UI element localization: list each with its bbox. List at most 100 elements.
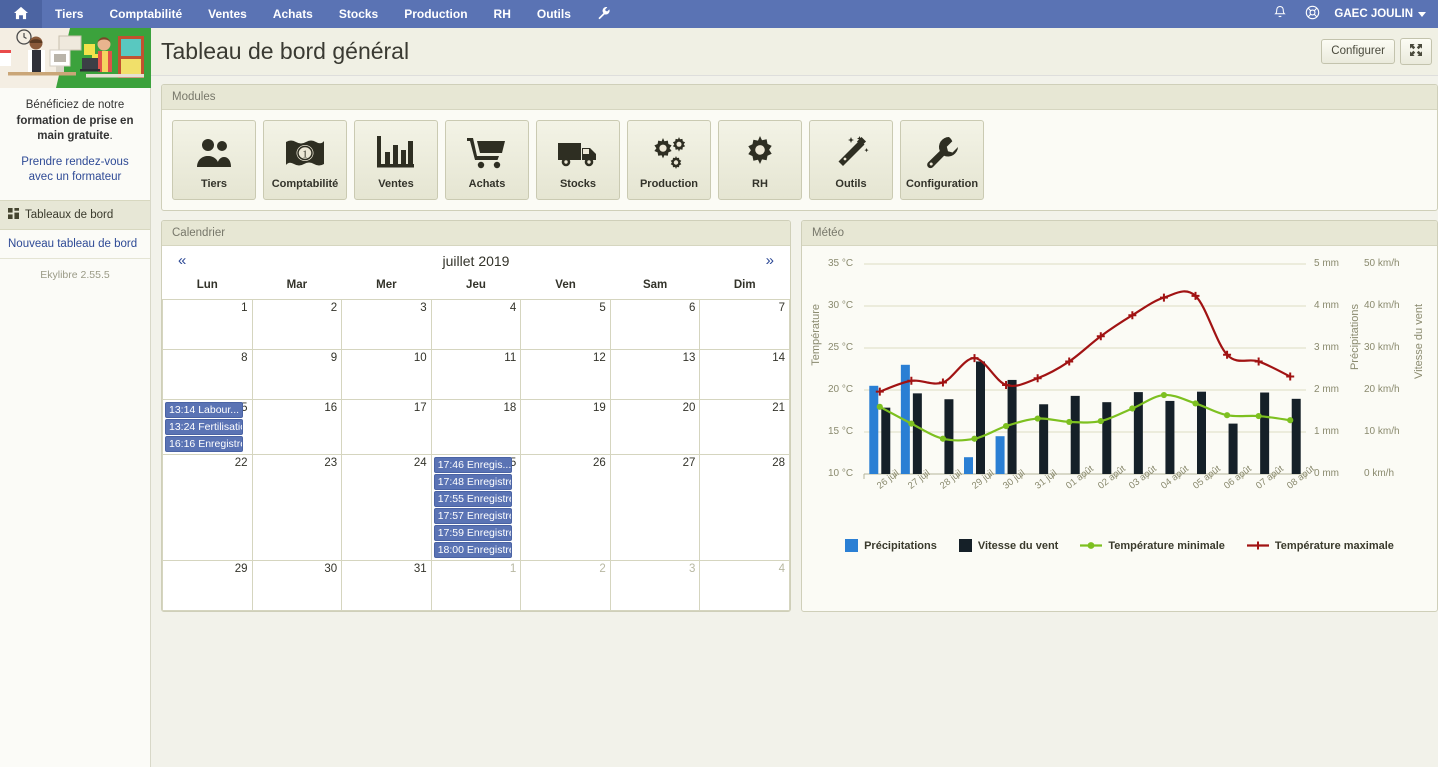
- promo-illustration: [0, 28, 151, 88]
- calendar-day-cell[interactable]: 16: [251, 399, 343, 455]
- bar-chart-icon: [377, 131, 415, 175]
- help-button[interactable]: [1296, 0, 1328, 28]
- calendar-next-button[interactable]: »: [744, 252, 774, 269]
- notifications-button[interactable]: [1264, 0, 1296, 28]
- promo-link[interactable]: Prendre rendez-vous avec un formateur: [0, 149, 150, 200]
- sidebar-item-new-dashboard[interactable]: Nouveau tableau de bord: [0, 230, 150, 259]
- chart-ytick-precipitation: 5 mm: [1314, 258, 1339, 269]
- calendar-event[interactable]: 13:24 Fertilisatio...: [165, 419, 243, 435]
- calendar-day-cell[interactable]: 23: [251, 454, 343, 561]
- calendar-day-cell[interactable]: 22: [162, 454, 253, 561]
- chart-legend-item[interactable]: Température minimale: [1080, 539, 1225, 552]
- nav-home[interactable]: [0, 0, 42, 28]
- module-tile-ventes[interactable]: Ventes: [354, 120, 438, 200]
- chart-bar-wind: [944, 399, 954, 474]
- nav-achats[interactable]: Achats: [260, 0, 326, 28]
- calendar-day-cell[interactable]: 4: [699, 560, 790, 611]
- calendar-day-cell[interactable]: 13: [609, 349, 701, 400]
- nav-configuration[interactable]: [584, 0, 624, 28]
- calendar-day-cell[interactable]: 24: [341, 454, 432, 561]
- calendar-day-cell[interactable]: 1513:14 Labour...13:24 Fertilisatio...16…: [162, 399, 253, 455]
- chart-point-temp-min: [876, 403, 883, 410]
- calendar-day-cell[interactable]: 7: [699, 299, 790, 350]
- calendar-event[interactable]: 17:57 Enregistre...: [433, 508, 512, 524]
- fullscreen-button[interactable]: [1400, 37, 1432, 66]
- nav-ventes[interactable]: Ventes: [195, 0, 260, 28]
- nav-rh[interactable]: RH: [481, 0, 524, 28]
- calendar-day-cell[interactable]: 3: [341, 299, 432, 350]
- calendar-day-cell[interactable]: 2: [520, 560, 611, 611]
- calendar-day-cell[interactable]: 3: [609, 560, 701, 611]
- chart-ytick-temperature: 35 °C: [828, 258, 854, 269]
- calendar-event[interactable]: 16:16 Enregistre...: [165, 436, 243, 452]
- calendar-prev-button[interactable]: «: [178, 252, 208, 269]
- module-label: Tiers: [200, 177, 228, 190]
- module-tile-stocks[interactable]: Stocks: [536, 120, 620, 200]
- calendar-body: 12345678910111213141513:14 Labour...13:2…: [162, 299, 790, 611]
- page-title: Tableau de bord général: [161, 38, 410, 64]
- module-tile-outils[interactable]: Outils: [809, 120, 893, 200]
- calendar-day-cell[interactable]: 29: [162, 560, 253, 611]
- shopping-cart-icon: [467, 131, 507, 175]
- calendar-day-cell[interactable]: 30: [251, 560, 343, 611]
- calendar-event[interactable]: 18:00 Enregistre...: [433, 542, 512, 558]
- calendar-week-row: 8 9 10 11 12 13 14: [162, 349, 790, 400]
- configure-button[interactable]: Configurer: [1321, 39, 1395, 64]
- nav-production[interactable]: Production: [391, 0, 480, 28]
- calendar-day-cell[interactable]: 1: [430, 560, 522, 611]
- calendar-day-cell[interactable]: 20: [609, 399, 701, 455]
- calendar-day-cell[interactable]: 4: [430, 299, 522, 350]
- calendar-day-number: 27: [682, 457, 696, 469]
- modules-row: Tiers 1 Comptabilité Ventes Achats Stock…: [172, 120, 1427, 200]
- module-tile-production[interactable]: Production: [627, 120, 711, 200]
- module-tile-configuration[interactable]: Configuration: [900, 120, 984, 200]
- calendar-event[interactable]: 13:14 Labour...: [165, 402, 243, 418]
- calendar-day-cell[interactable]: 11: [430, 349, 522, 400]
- chart-ytick-temperature: 30 °C: [828, 300, 854, 311]
- nav-comptabilite[interactable]: Comptabilité: [96, 0, 195, 28]
- calendar-day-number: 21: [772, 402, 785, 414]
- calendar-event[interactable]: 17:48 Enregistre...: [433, 474, 512, 490]
- calendar-day-cell[interactable]: 17: [341, 399, 432, 455]
- calendar-day-cell[interactable]: 5: [520, 299, 611, 350]
- calendar-day-cell[interactable]: 6: [609, 299, 701, 350]
- chart-point-temp-min: [1034, 415, 1041, 422]
- chart-legend-item[interactable]: Température maximale: [1246, 539, 1394, 552]
- calendar-day-cell[interactable]: 21: [699, 399, 790, 455]
- legend-label: Température maximale: [1274, 539, 1394, 552]
- nav-stocks[interactable]: Stocks: [326, 0, 391, 28]
- calendar-navigation: « juillet 2019 »: [162, 246, 790, 273]
- calendar-day-cell[interactable]: 9: [251, 349, 343, 400]
- calendar-day-cell[interactable]: 19: [520, 399, 611, 455]
- module-tile-achats[interactable]: Achats: [445, 120, 529, 200]
- calendar-day-cell[interactable]: 8: [162, 349, 253, 400]
- calendar-event[interactable]: 17:59 Enregistre...: [433, 525, 512, 541]
- calendar-day-cell[interactable]: 28: [699, 454, 790, 561]
- module-tile-tiers[interactable]: Tiers: [172, 120, 256, 200]
- user-menu[interactable]: GAEC JOULIN: [1328, 0, 1438, 28]
- module-label: Production: [639, 177, 699, 190]
- module-tile-comptabilite[interactable]: 1 Comptabilité: [263, 120, 347, 200]
- calendar-day-cell[interactable]: 1: [162, 299, 253, 350]
- calendar-day-cell[interactable]: 31: [341, 560, 432, 611]
- legend-line-icon: [1080, 539, 1103, 552]
- calendar-week-row: 29 30 31 1 2 3 4: [162, 560, 790, 611]
- nav-tiers[interactable]: Tiers: [42, 0, 96, 28]
- calendar-event[interactable]: 17:55 Enregistre...: [433, 491, 512, 507]
- module-tile-rh[interactable]: RH: [718, 120, 802, 200]
- nav-outils[interactable]: Outils: [524, 0, 584, 28]
- calendar-day-cell[interactable]: 10: [341, 349, 432, 400]
- calendar-day-cell[interactable]: 2: [251, 299, 343, 350]
- calendar-day-cell[interactable]: 18: [430, 399, 522, 455]
- chart-legend-item[interactable]: Précipitations: [845, 539, 937, 552]
- calendar-day-cell[interactable]: 12: [520, 349, 611, 400]
- calendar-event[interactable]: 17:46 Enregis...: [433, 457, 512, 473]
- calendar-day-cell[interactable]: 2517:46 Enregis...17:48 Enregistre...17:…: [430, 454, 522, 561]
- chart-bar-wind: [881, 407, 891, 474]
- chart-legend-item[interactable]: Vitesse du vent: [958, 539, 1058, 552]
- calendar-day-cell[interactable]: 14: [699, 349, 790, 400]
- chart-bar-wind: [1260, 392, 1270, 474]
- calendar-day-cell[interactable]: 26: [520, 454, 611, 561]
- legend-swatch-icon: [958, 539, 972, 552]
- calendar-day-cell[interactable]: 27: [609, 454, 701, 561]
